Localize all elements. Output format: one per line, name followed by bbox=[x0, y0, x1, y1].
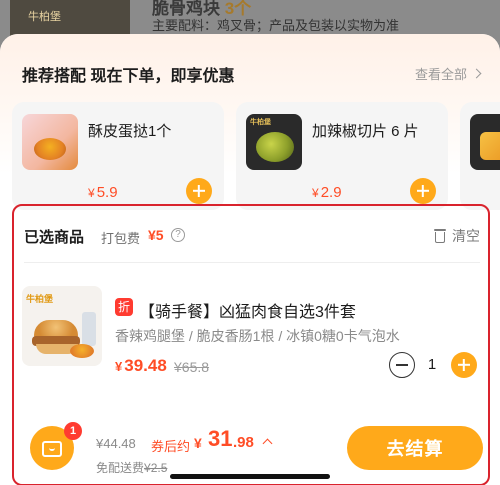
quantity-value: 1 bbox=[427, 356, 437, 373]
recommend-item-name: 加辣椒切片 6 片 bbox=[312, 123, 419, 140]
pack-fee-value: ¥5 bbox=[148, 227, 164, 243]
home-indicator bbox=[170, 474, 330, 479]
decrease-quantity-button[interactable] bbox=[389, 352, 415, 378]
recommend-card[interactable]: 酥皮蛋挞1个 ¥5.9 bbox=[12, 102, 224, 210]
recommend-card[interactable] bbox=[460, 102, 500, 210]
cart-sheet: 推荐搭配 现在下单，即享优惠 查看全部 酥皮蛋挞1个 ¥5.9 牛柏堡 加辣椒切… bbox=[0, 34, 500, 485]
chevron-right-icon bbox=[471, 68, 482, 79]
recommend-header: 推荐搭配 现在下单，即享优惠 bbox=[22, 68, 235, 85]
delivery-fee: 免配送费¥2.5 bbox=[96, 461, 168, 475]
combo-meal-image: 牛柏堡 bbox=[22, 286, 102, 366]
clear-button[interactable]: 清空 bbox=[433, 226, 480, 246]
add-button[interactable] bbox=[410, 178, 436, 204]
chevron-up-icon[interactable] bbox=[262, 438, 273, 449]
item-old-price: ¥65.8 bbox=[174, 359, 210, 375]
pepper-slices-image: 牛柏堡 bbox=[246, 114, 302, 170]
divider bbox=[24, 262, 480, 263]
discount-tag: 折 bbox=[115, 298, 133, 316]
after-coupon-currency: ¥ bbox=[194, 435, 202, 451]
recommend-item-name: 酥皮蛋挞1个 bbox=[88, 123, 172, 140]
selected-items-panel: 已选商品 打包费 ¥5 ? 清空 牛柏堡 折 【骑手餐】凶猛肉食自选3件套 香辣… bbox=[12, 204, 490, 485]
help-icon[interactable]: ? bbox=[171, 228, 185, 242]
view-all-link[interactable]: 查看全部 bbox=[415, 64, 482, 83]
pack-fee-label: 打包费 bbox=[101, 231, 141, 246]
after-coupon-decimal: .98 bbox=[233, 434, 254, 451]
recommend-item-image bbox=[470, 114, 500, 170]
cart-count-badge: 1 bbox=[64, 422, 82, 440]
add-button[interactable] bbox=[186, 178, 212, 204]
item-desc: 香辣鸡腿堡 / 脆皮香肠1根 / 冰镇0糖0卡气泡水 bbox=[115, 328, 400, 344]
background-product-desc: 主要配料：鸡叉骨；产品及包装以实物为准 bbox=[152, 18, 400, 33]
background-brand: 牛柏堡 bbox=[28, 11, 61, 23]
original-total: ¥44.48 bbox=[96, 436, 136, 451]
selected-title: 已选商品 bbox=[24, 229, 85, 246]
increase-quantity-button[interactable] bbox=[451, 352, 477, 378]
mini-logo: 牛柏堡 bbox=[250, 119, 271, 126]
brand-logo: 牛柏堡 bbox=[26, 294, 54, 304]
recommend-card[interactable]: 牛柏堡 加辣椒切片 6 片 ¥2.9 bbox=[236, 102, 448, 210]
item-price: ¥39.48 bbox=[115, 356, 167, 375]
egg-tart-image bbox=[22, 114, 78, 170]
after-coupon-integer: 31 bbox=[208, 426, 233, 451]
trash-icon bbox=[433, 228, 447, 244]
item-name: 【骑手餐】凶猛肉食自选3件套 bbox=[139, 304, 356, 321]
after-coupon-label: 券后约 bbox=[151, 439, 191, 454]
checkout-button[interactable]: 去结算 bbox=[347, 426, 483, 470]
recommend-item-price: ¥5.9 bbox=[88, 184, 118, 201]
recommend-item-price: ¥2.9 bbox=[312, 184, 342, 201]
